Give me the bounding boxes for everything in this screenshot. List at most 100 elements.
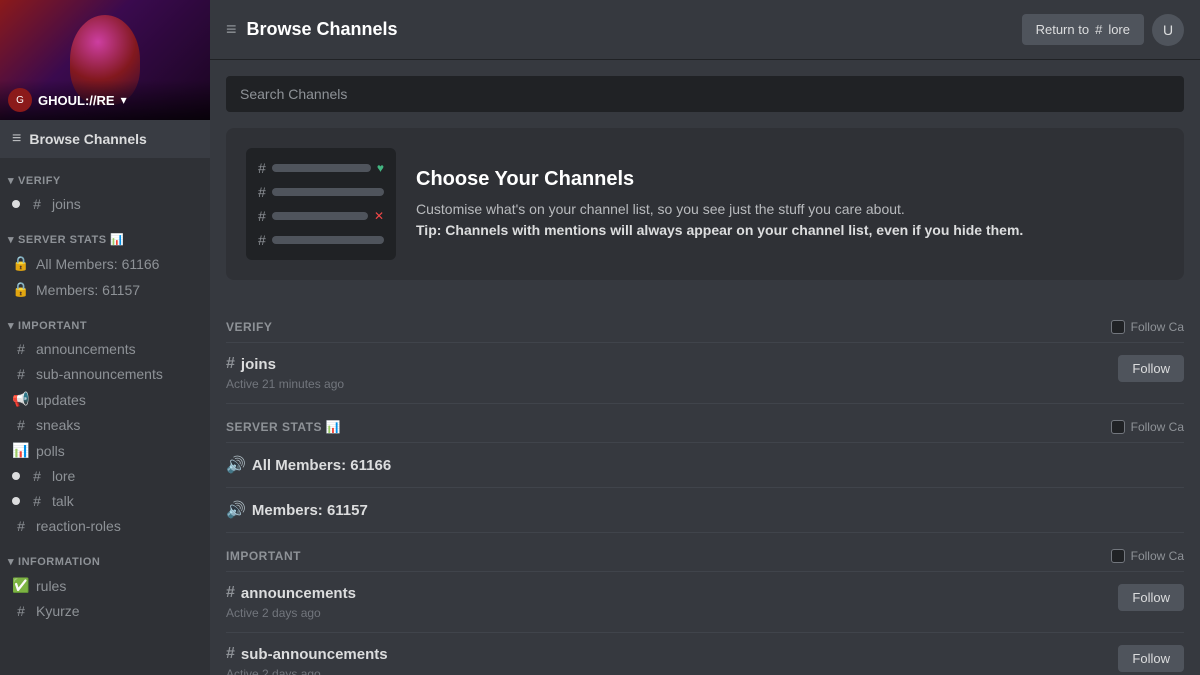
sidebar-item-polls[interactable]: 📊 polls <box>4 438 206 463</box>
channel-name: talk <box>52 493 74 509</box>
channel-name: sneaks <box>36 417 80 433</box>
channel-row-announcements: # announcements Active 2 days ago Follow <box>226 572 1184 633</box>
category-important[interactable]: ▾ IMPORTANT <box>0 303 210 336</box>
channel-name: Kyurze <box>36 603 80 619</box>
channel-name: polls <box>36 443 65 459</box>
channel-name-display: 🔊 Members: 61157 <box>226 500 368 520</box>
hash-icon: # <box>28 468 46 484</box>
promo-row-2: # <box>258 184 384 200</box>
hash-icon: # <box>226 584 235 602</box>
hash-icon: # <box>258 208 266 224</box>
section-header-important: IMPORTANT Follow Ca <box>226 533 1184 572</box>
promo-tip: Tip: Channels with mentions will always … <box>416 220 1023 241</box>
promo-card: # ♥ # # ✕ # Choose Yo <box>226 128 1184 280</box>
sidebar-item-updates[interactable]: 📢 updates <box>4 387 206 412</box>
category-arrow-icon: ▾ <box>8 555 14 568</box>
sidebar-item-reaction-roles[interactable]: # reaction-roles <box>4 514 206 538</box>
channel-activity: Active 21 minutes ago <box>226 377 344 391</box>
hash-icon: # <box>12 417 30 433</box>
section-header-server-stats: SERVER STATS 📊 Follow Ca <box>226 404 1184 443</box>
category-label: SERVER STATS 📊 <box>18 233 124 246</box>
sidebar-item-members[interactable]: 🔒 Members: 61157 <box>4 277 206 302</box>
promo-row-4: # <box>258 232 384 248</box>
category-arrow-icon: ▾ <box>8 319 14 332</box>
promo-line <box>272 164 371 172</box>
browse-channels-sidebar-btn[interactable]: ≡ Browse Channels <box>0 120 210 158</box>
channel-info: 🔊 All Members: 61166 <box>226 455 391 475</box>
category-server-stats[interactable]: ▾ SERVER STATS 📊 <box>0 217 210 250</box>
channel-name: joins <box>52 196 81 212</box>
channel-name-display: # sub-announcements <box>226 645 388 663</box>
sidebar-item-kyurze[interactable]: # Kyurze <box>4 599 206 623</box>
sidebar: G GHOUL://RE ▾ ≡ Browse Channels ▾ VERIF… <box>0 0 210 675</box>
lock-icon: 🔒 <box>12 255 30 272</box>
sidebar-item-sneaks[interactable]: # sneaks <box>4 413 206 437</box>
follow-category-label: Follow Ca <box>1131 320 1184 334</box>
channel-name-display: 🔊 All Members: 61166 <box>226 455 391 475</box>
unread-indicator <box>12 497 20 505</box>
promo-line <box>272 212 368 220</box>
channel-name-text: announcements <box>241 585 356 602</box>
unread-indicator <box>12 200 20 208</box>
header-left: ≡ Browse Channels <box>226 19 398 40</box>
main-content: ≡ Browse Channels Return to # lore U # ♥ <box>210 0 1200 675</box>
follow-category-verify[interactable]: Follow Ca <box>1111 320 1184 334</box>
user-avatar[interactable]: U <box>1152 14 1184 46</box>
browse-channels-label: Browse Channels <box>29 131 146 147</box>
speaker-icon: 📢 <box>12 391 30 408</box>
hash-icon: # <box>226 645 235 663</box>
avatar-placeholder: U <box>1163 22 1173 38</box>
chevron-down-icon: ▾ <box>121 93 127 107</box>
category-information[interactable]: ▾ INFORMATION <box>0 539 210 572</box>
promo-title: Choose Your Channels <box>416 168 1023 191</box>
channel-name: reaction-roles <box>36 518 121 534</box>
section-server-stats: SERVER STATS 📊 Follow Ca 🔊 All Members: … <box>226 404 1184 533</box>
sidebar-item-rules[interactable]: ✅ rules <box>4 573 206 598</box>
channel-name: announcements <box>36 341 136 357</box>
sidebar-item-sub-announcements[interactable]: # sub-announcements <box>4 362 206 386</box>
server-name: GHOUL://RE <box>38 93 115 108</box>
tip-text: Channels with mentions will always appea… <box>445 222 1023 238</box>
channel-activity: Active 2 days ago <box>226 667 388 675</box>
category-arrow-icon: ▾ <box>8 233 14 246</box>
close-icon: ✕ <box>374 209 384 223</box>
heart-icon: ♥ <box>377 161 384 175</box>
channel-row-members: 🔊 Members: 61157 <box>226 488 1184 533</box>
checkbox-icon[interactable] <box>1111 320 1125 334</box>
channel-row-all-members: 🔊 All Members: 61166 <box>226 443 1184 488</box>
checkbox-icon[interactable] <box>1111 549 1125 563</box>
follow-category-label: Follow Ca <box>1131 420 1184 434</box>
channel-info: # announcements Active 2 days ago <box>226 584 356 620</box>
page-header: ≡ Browse Channels Return to # lore U <box>210 0 1200 60</box>
sidebar-item-all-members[interactable]: 🔒 All Members: 61166 <box>4 251 206 276</box>
channel-activity: Active 2 days ago <box>226 606 356 620</box>
section-verify: VERIFY Follow Ca # joins Active 21 minut… <box>226 304 1184 404</box>
tip-label: Tip: <box>416 222 441 238</box>
browse-icon: ≡ <box>12 130 21 148</box>
channel-name-text: joins <box>241 356 276 373</box>
category-verify[interactable]: ▾ VERIFY <box>0 158 210 191</box>
sidebar-item-announcements[interactable]: # announcements <box>4 337 206 361</box>
hash-icon: # <box>12 366 30 382</box>
follow-category-server-stats[interactable]: Follow Ca <box>1111 420 1184 434</box>
return-to-button[interactable]: Return to # lore <box>1022 14 1144 45</box>
server-header[interactable]: G GHOUL://RE ▾ <box>0 0 210 120</box>
sidebar-item-joins[interactable]: # joins <box>4 192 206 216</box>
follow-category-important[interactable]: Follow Ca <box>1111 549 1184 563</box>
follow-button-sub-announcements[interactable]: Follow <box>1118 645 1184 672</box>
section-important: IMPORTANT Follow Ca # announcements Acti… <box>226 533 1184 675</box>
promo-text: Choose Your Channels Customise what's on… <box>416 168 1023 241</box>
hash-icon: # <box>12 341 30 357</box>
lock-icon: 🔒 <box>12 281 30 298</box>
checkbox-icon[interactable] <box>1111 420 1125 434</box>
sidebar-item-lore[interactable]: # lore <box>4 464 206 488</box>
follow-button-joins[interactable]: Follow <box>1118 355 1184 382</box>
follow-button-announcements[interactable]: Follow <box>1118 584 1184 611</box>
channel-info: # sub-announcements Active 2 days ago <box>226 645 388 675</box>
sidebar-item-talk[interactable]: # talk <box>4 489 206 513</box>
category-label: VERIFY <box>18 175 61 187</box>
search-input[interactable] <box>226 76 1184 112</box>
channel-name: All Members: 61166 <box>36 256 159 272</box>
unread-indicator <box>12 472 20 480</box>
channel-name: sub-announcements <box>36 366 163 382</box>
